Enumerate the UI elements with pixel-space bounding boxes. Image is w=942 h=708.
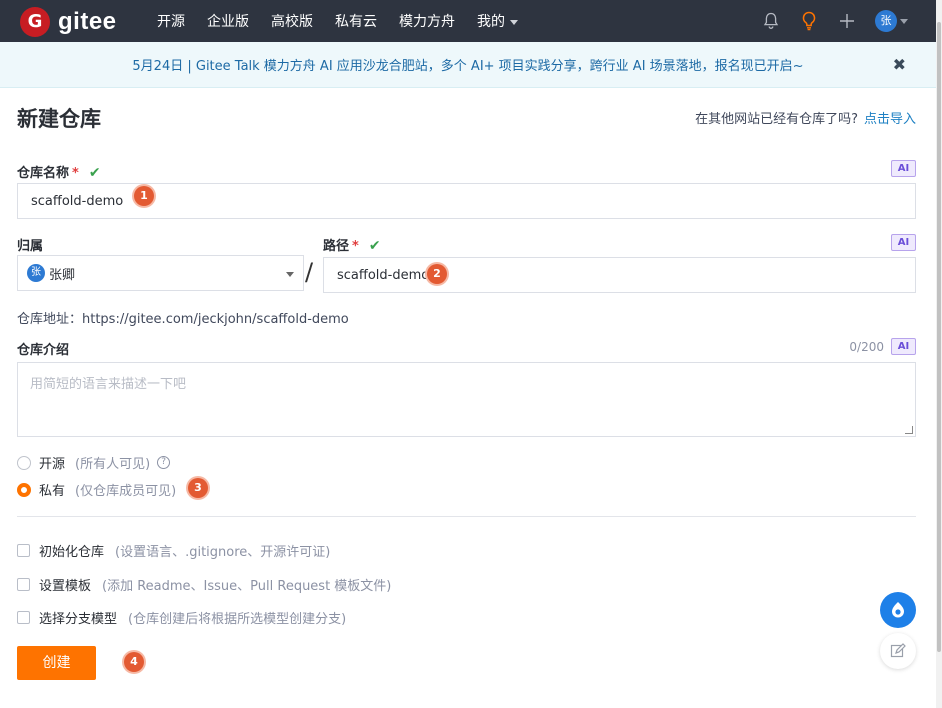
visibility-private-hint: (仅仓库成员可见) <box>75 484 177 499</box>
scrollbar-thumb[interactable] <box>937 22 941 652</box>
description-counter: 0/200 <box>849 340 884 354</box>
avatar: 张 <box>875 10 897 32</box>
repo-name-label-text: 仓库名称 <box>17 166 70 181</box>
gitee-logo[interactable]: gitee <box>20 7 117 37</box>
ai-assist-button-name[interactable]: AI <box>891 160 916 177</box>
user-menu[interactable]: 张 <box>875 10 908 32</box>
required-mark: * <box>72 166 79 181</box>
nav-right: 张 <box>761 0 908 42</box>
page: gitee 开源 企业版 高校版 私有云 模力方舟 我的 张 <box>0 0 942 708</box>
path-separator: / <box>305 258 314 286</box>
path-input[interactable]: scaffold-demo <box>323 257 916 293</box>
description-label: 仓库介绍 <box>17 343 70 358</box>
visibility-option-public[interactable]: 开源 (所有人可见) ? <box>17 453 171 472</box>
nav-link-enterprise[interactable]: 企业版 <box>207 11 249 31</box>
import-hint-text: 在其他网站已经有仓库了吗? <box>695 112 858 127</box>
assistant-float-button[interactable] <box>880 592 916 628</box>
repo-name-label: 仓库名称 * ✔ <box>17 162 101 181</box>
resize-handle[interactable] <box>905 426 913 434</box>
nav-links: 开源 企业版 高校版 私有云 模力方舟 我的 <box>157 0 540 42</box>
bell-icon[interactable] <box>761 11 781 31</box>
path-label-text: 路径 <box>323 239 350 254</box>
option-branch-label: 选择分支模型 <box>39 612 118 627</box>
radio-public[interactable] <box>17 455 31 470</box>
visibility-private-label: 私有 <box>39 484 66 499</box>
close-icon[interactable]: ✖ <box>893 55 906 74</box>
lightbulb-icon[interactable] <box>799 11 819 31</box>
page-title: 新建仓库 <box>17 107 101 131</box>
feedback-float-button[interactable] <box>880 633 916 669</box>
nav-link-moark[interactable]: 模力方舟 <box>399 11 455 31</box>
banner-text[interactable]: 5月24日 | Gitee Talk 模力方舟 AI 应用沙龙合肥站，多个 AI… <box>132 55 803 74</box>
plus-icon[interactable] <box>837 11 857 31</box>
option-template-label: 设置模板 <box>39 579 92 594</box>
nav-link-mine[interactable]: 我的 <box>477 11 518 31</box>
option-branch-hint: (仓库创建后将根据所选模型创建分支) <box>128 612 347 627</box>
create-button[interactable]: 创建 <box>17 646 96 680</box>
radio-private[interactable] <box>17 482 31 497</box>
logo-text: gitee <box>58 8 117 35</box>
help-icon[interactable]: ? <box>157 456 171 469</box>
owner-value: 张卿 <box>49 267 76 283</box>
top-nav: gitee 开源 企业版 高校版 私有云 模力方舟 我的 张 <box>0 0 936 42</box>
option-template-hint: (添加 Readme、Issue、Pull Request 模板文件) <box>102 579 392 594</box>
description-placeholder: 用简短的语言来描述一下吧 <box>30 377 187 392</box>
checkbox-init-repo[interactable] <box>17 544 30 557</box>
nav-link-opensource[interactable]: 开源 <box>157 11 185 31</box>
gitee-logo-icon <box>20 7 50 37</box>
import-link[interactable]: 点击导入 <box>864 112 916 127</box>
ai-assist-button-path[interactable]: AI <box>891 234 916 251</box>
nav-link-education[interactable]: 高校版 <box>271 11 313 31</box>
description-textarea[interactable]: 用简短的语言来描述一下吧 <box>17 362 916 437</box>
visibility-public-label: 开源 <box>39 457 66 472</box>
edit-icon <box>890 643 906 658</box>
visibility-option-private[interactable]: 私有 (仅仓库成员可见) <box>17 480 176 499</box>
step-marker-4: 4 <box>124 652 144 672</box>
option-init-label: 初始化仓库 <box>39 545 105 560</box>
required-mark: * <box>352 239 359 254</box>
owner-label: 归属 <box>17 239 44 254</box>
checkbox-template[interactable] <box>17 578 30 591</box>
option-init-hint: (设置语言、.gitignore、开源许可证) <box>115 545 331 560</box>
path-label: 路径 * ✔ <box>323 235 381 254</box>
checkmark-icon: ✔ <box>368 238 381 254</box>
step-marker-1: 1 <box>134 186 154 206</box>
checkbox-branch-model[interactable] <box>17 611 30 624</box>
nav-link-mine-label: 我的 <box>477 14 505 30</box>
repo-url: 仓库地址：https://gitee.com/jeckjohn/scaffold… <box>17 312 349 327</box>
ai-assist-button-description[interactable]: AI <box>891 338 916 355</box>
avatar: 张 <box>27 264 45 282</box>
divider <box>17 516 916 517</box>
assistant-icon <box>892 602 904 618</box>
step-marker-2: 2 <box>427 264 447 284</box>
import-hint: 在其他网站已经有仓库了吗? 点击导入 <box>695 108 916 127</box>
checkmark-icon: ✔ <box>88 165 101 181</box>
option-template[interactable]: 设置模板 (添加 Readme、Issue、Pull Request 模板文件) <box>17 575 391 594</box>
announcement-banner: 5月24日 | Gitee Talk 模力方舟 AI 应用沙龙合肥站，多个 AI… <box>0 42 936 88</box>
owner-select[interactable]: 张 张卿 <box>17 255 304 291</box>
path-value: scaffold-demo <box>337 267 430 283</box>
chevron-down-icon <box>900 18 908 24</box>
chevron-down-icon <box>510 19 518 25</box>
nav-link-private-cloud[interactable]: 私有云 <box>335 11 377 31</box>
option-branch-model[interactable]: 选择分支模型 (仓库创建后将根据所选模型创建分支) <box>17 608 346 627</box>
option-init-repo[interactable]: 初始化仓库 (设置语言、.gitignore、开源许可证) <box>17 541 330 560</box>
repo-name-value: scaffold-demo <box>31 193 124 209</box>
step-marker-3: 3 <box>188 478 208 498</box>
visibility-public-hint: (所有人可见) <box>75 457 151 472</box>
chevron-down-icon <box>286 272 294 277</box>
